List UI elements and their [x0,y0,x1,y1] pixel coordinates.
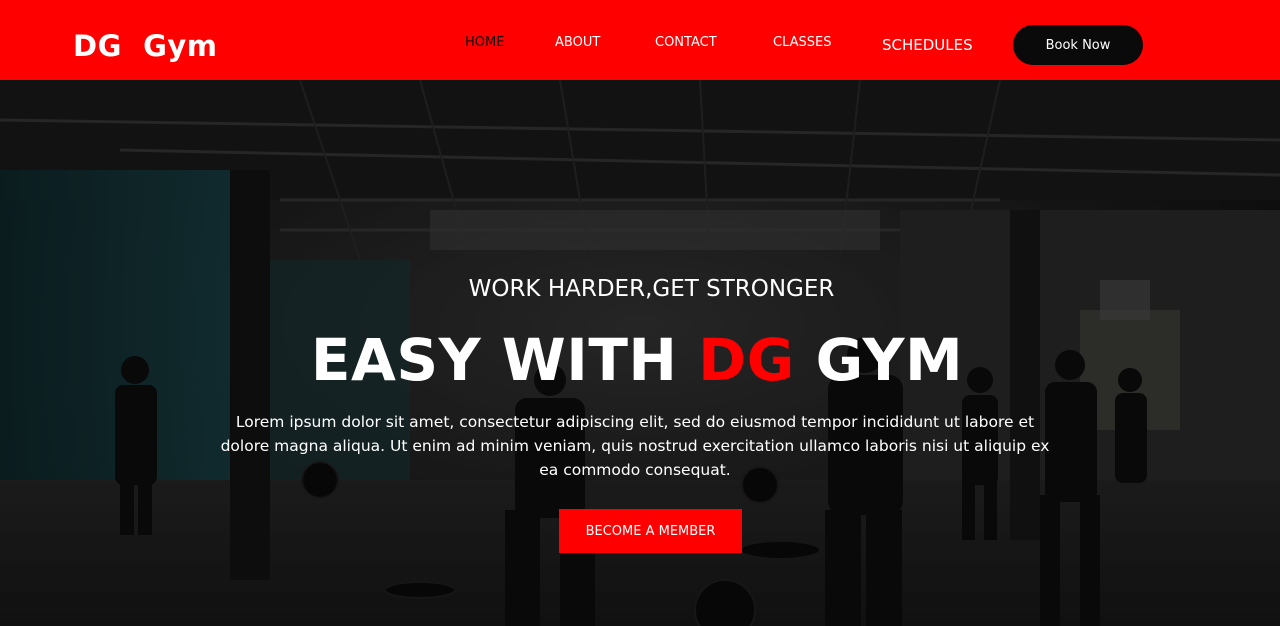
hero-subtitle: WORK HARDER,GET STRONGER [468,276,835,302]
become-member-button[interactable]: BECOME A MEMBER [559,509,742,553]
hero-section: WORK HARDER,GET STRONGER EASY WITH DG GY… [0,80,1280,626]
hero-headline: EASY WITH DG GYM [0,324,1274,396]
hero-content: WORK HARDER,GET STRONGER EASY WITH DG GY… [0,80,1280,626]
headline-text-pre: EASY WITH [310,326,699,394]
nav-item-about[interactable]: ABOUT [555,33,600,53]
nav-item-schedules[interactable]: SCHEDULES [882,35,973,55]
nav-item-home[interactable]: HOME [465,33,504,53]
brand-logo[interactable]: DG Gym [73,27,218,65]
nav-item-classes[interactable]: CLASSES [773,33,831,53]
headline-accent: DG [698,326,795,394]
hero-description: Lorem ipsum dolor sit amet, consectetur … [220,413,1050,479]
headline-text-post: GYM [794,326,964,394]
navbar: DG Gym HOME ABOUT CONTACT CLASSES SCHEDU… [0,0,1280,80]
nav-item-contact[interactable]: CONTACT [655,33,717,53]
book-now-button[interactable]: Book Now [1013,25,1143,65]
